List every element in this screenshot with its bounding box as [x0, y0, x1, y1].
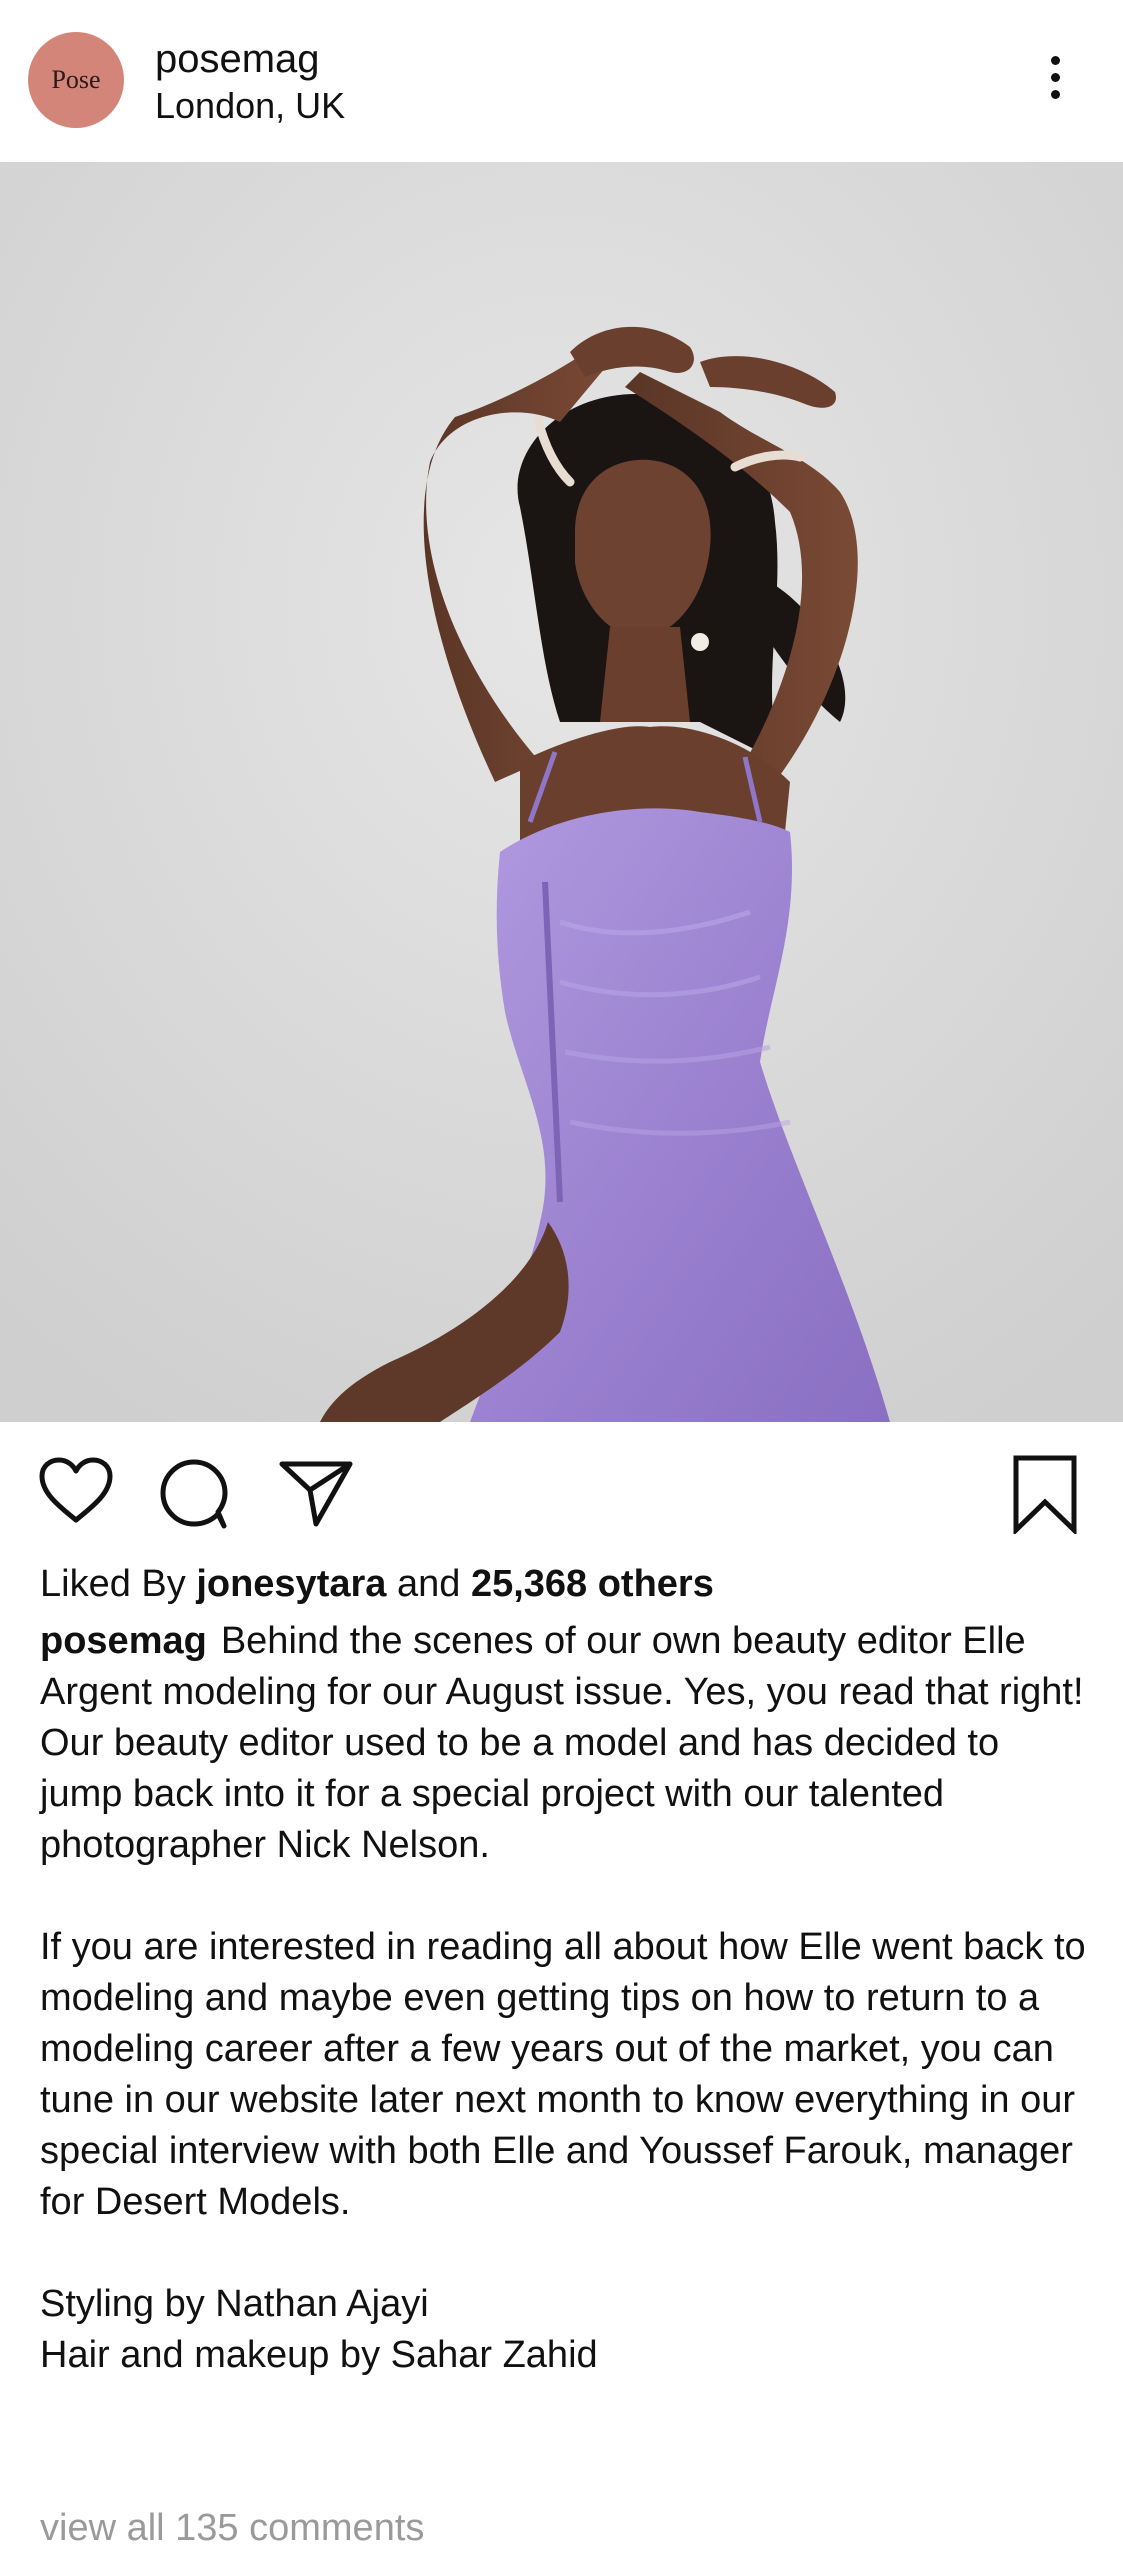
avatar-logo-text: Pose — [51, 65, 101, 94]
credit-hair-makeup: Hair and makeup by Sahar Zahid — [40, 2334, 598, 2376]
post-header: Pose posemag London, UK — [0, 0, 1123, 162]
like-button[interactable] — [38, 1456, 114, 1526]
caption-paragraph-1: posemag Behind the scenes of our own beau… — [40, 1616, 1090, 1871]
credit-styling: Styling by Nathan Ajayi — [40, 2283, 429, 2325]
more-vertical-icon — [1050, 56, 1060, 65]
comment-button[interactable] — [158, 1456, 232, 1530]
more-dot — [1050, 73, 1060, 82]
post-location[interactable]: London, UK — [155, 85, 345, 127]
likes-others-count[interactable]: 25,368 others — [471, 1563, 714, 1605]
save-button[interactable] — [1010, 1454, 1080, 1536]
comment-bubble-icon — [160, 1459, 228, 1529]
post-caption: posemag Behind the scenes of our own beau… — [40, 1616, 1090, 2381]
model-photo-illustration — [0, 162, 1123, 1422]
heart-icon — [39, 1457, 113, 1523]
caption-username[interactable]: posemag — [40, 1620, 207, 1662]
share-button[interactable] — [278, 1458, 354, 1528]
likes-prefix: Liked By — [40, 1563, 186, 1605]
bookmark-icon — [1013, 1455, 1077, 1536]
post-username[interactable]: posemag — [155, 36, 320, 82]
likes-summary[interactable]: Liked By jonesytara and 25,368 others — [40, 1560, 714, 1608]
post-action-bar — [0, 1430, 1123, 1550]
avatar[interactable]: Pose — [28, 32, 124, 128]
send-paper-plane-icon — [279, 1461, 353, 1527]
post-photo[interactable] — [0, 162, 1123, 1422]
caption-credits: Styling by Nathan Ajayi Hair and makeup … — [40, 2279, 1090, 2381]
view-all-comments-link[interactable]: view all 135 comments — [40, 2504, 424, 2552]
caption-paragraph-2: If you are interested in reading all abo… — [40, 1926, 1086, 2223]
more-dot — [1050, 90, 1060, 99]
more-options-button[interactable] — [1030, 40, 1080, 115]
liked-by-user[interactable]: jonesytara — [196, 1563, 386, 1605]
likes-conjunction: and — [396, 1563, 461, 1605]
